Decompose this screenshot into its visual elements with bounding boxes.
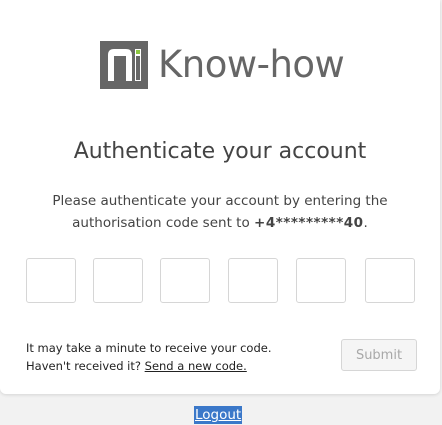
code-digit-5[interactable] bbox=[296, 258, 346, 303]
masked-phone-number: +4*********40 bbox=[254, 215, 364, 231]
send-new-code-link[interactable]: Send a new code. bbox=[145, 359, 247, 373]
code-input-row bbox=[26, 258, 416, 305]
brand-name: Know-how bbox=[158, 43, 345, 86]
help-line-wait: It may take a minute to receive your cod… bbox=[26, 341, 272, 355]
code-digit-2[interactable] bbox=[93, 258, 143, 303]
code-digit-4[interactable] bbox=[228, 258, 278, 303]
know-how-logo-icon bbox=[100, 41, 148, 89]
auth-card: Know-how Authenticate your account Pleas… bbox=[0, 0, 440, 394]
help-line-resend: Haven't received it? Send a new code. bbox=[26, 357, 326, 375]
code-digit-3[interactable] bbox=[160, 258, 210, 303]
code-digit-1[interactable] bbox=[26, 258, 76, 303]
page-title: Authenticate your account bbox=[73, 139, 367, 164]
code-digit-6[interactable] bbox=[365, 258, 415, 303]
instructions: Please authenticate your account by ente… bbox=[20, 190, 420, 234]
logout-link[interactable]: Logout bbox=[194, 406, 243, 424]
help-text: It may take a minute to receive your cod… bbox=[26, 339, 326, 375]
instructions-suffix: . bbox=[363, 215, 368, 231]
help-resend-prefix: Haven't received it? bbox=[26, 359, 141, 373]
logo: Know-how bbox=[100, 41, 345, 89]
submit-button[interactable]: Submit bbox=[341, 339, 417, 371]
